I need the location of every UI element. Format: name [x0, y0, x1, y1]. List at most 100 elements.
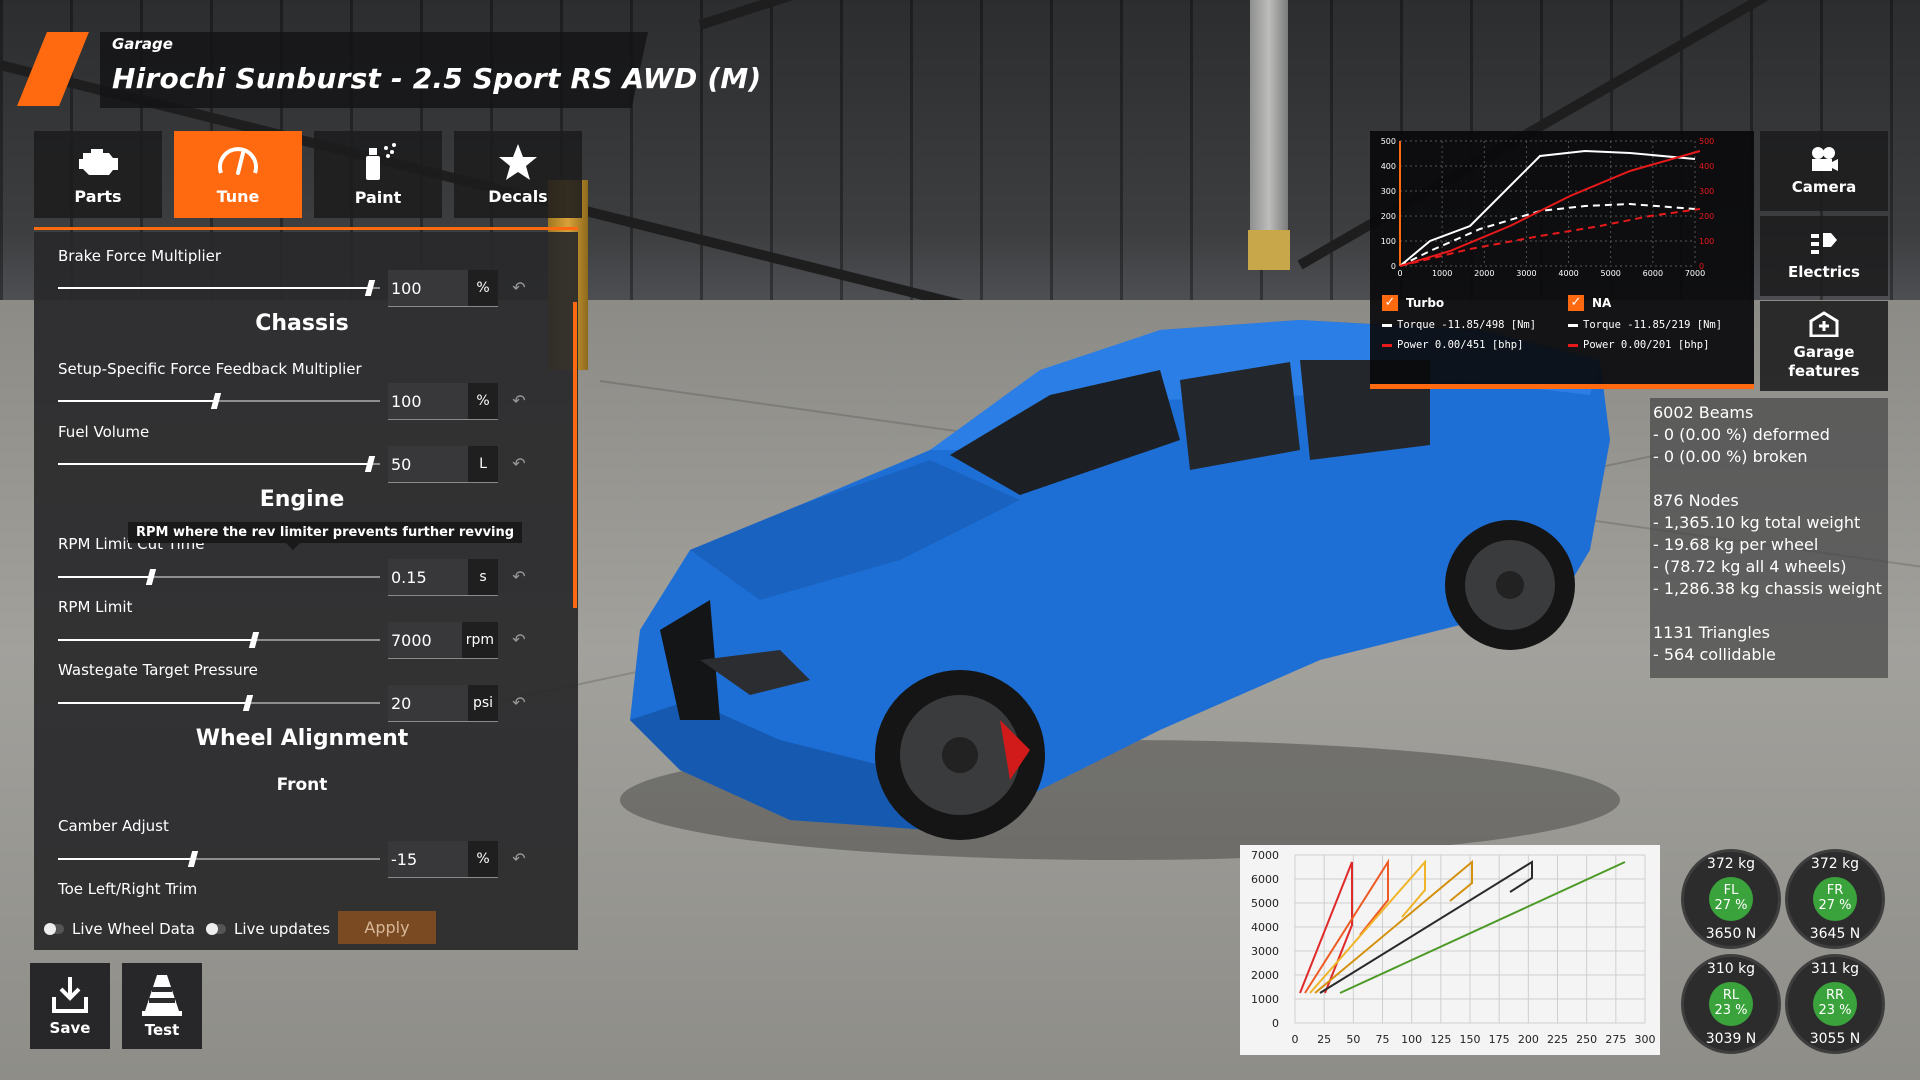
stat-chassis-weight: - 1,286.38 kg chassis weight: [1653, 579, 1882, 598]
save-button[interactable]: Save: [30, 963, 110, 1049]
wheel-load-badge: RL 23 %: [1709, 982, 1753, 1026]
live-updates-toggle[interactable]: Live updates: [206, 920, 330, 938]
spray-can-icon: [366, 143, 396, 180]
electrics-icon: [1811, 232, 1837, 254]
section-chassis: Chassis: [255, 311, 349, 336]
reset-icon[interactable]: ↶: [510, 631, 528, 649]
ffb-multiplier-label: Setup-Specific Force Feedback Multiplier: [58, 360, 362, 378]
y-tick-label: 400: [1381, 162, 1396, 171]
electrics-button[interactable]: Electrics: [1760, 216, 1888, 296]
test-button[interactable]: Test: [122, 963, 202, 1049]
ffb-multiplier-slider[interactable]: [58, 393, 380, 409]
apply-button[interactable]: Apply: [338, 911, 436, 944]
stat-total-weight: - 1,365.10 kg total weight: [1653, 513, 1861, 532]
panel-scrollbar[interactable]: [573, 302, 577, 608]
rpm-cut-time-input[interactable]: 0.15 s: [388, 559, 498, 596]
page-subtitle: Garage: [112, 35, 173, 53]
camber-adjust-slider[interactable]: [58, 851, 380, 867]
live-wheel-data-toggle[interactable]: Live Wheel Data: [44, 920, 195, 938]
brake-force-slider[interactable]: [58, 280, 380, 296]
camera-icon: [1812, 146, 1838, 171]
save-label: Save: [49, 1019, 91, 1037]
wastegate-pressure-slider[interactable]: [58, 695, 380, 711]
torque-curve-chart: 500 500400 400300 300200 200100 1000 00 1000 200…: [1381, 137, 1715, 278]
stat-beams: 6002 Beams: [1653, 403, 1754, 422]
brake-force-input[interactable]: 100%: [388, 270, 498, 307]
y-tick-label: 3000: [1251, 945, 1279, 958]
tab-tune[interactable]: Tune: [174, 131, 302, 218]
x-tick-label: 150: [1460, 1033, 1481, 1046]
slider-fill: [58, 639, 255, 641]
camber-adjust-label: Camber Adjust: [58, 817, 169, 835]
garage-tabs: Parts Tune Paint Decals: [34, 131, 582, 218]
wheel-rl: 310 kg RL 23 % 3039 N: [1684, 957, 1778, 1051]
y-tick-label: 0: [1391, 262, 1396, 271]
turbo-checkbox[interactable]: ✓: [1382, 295, 1398, 311]
ffb-multiplier-input[interactable]: 100%: [388, 383, 498, 420]
torque-power-graph: 500 500 400 400 300 300 200 200 100 100 0 0 0 1000 200…: [1370, 131, 1754, 389]
vehicle-stats-panel: 6002 Beams - 0 (0.00 %) deformed - 0 (0.…: [1650, 398, 1888, 678]
tab-label: Paint: [354, 188, 402, 207]
stat-triangles: 1131 Triangles: [1653, 623, 1770, 642]
wastegate-pressure-label: Wastegate Target Pressure: [58, 661, 258, 679]
garage-icon: [1809, 311, 1839, 337]
turbo-legend: ✓ Turbo Torque -11.85/498 [Nm] Power 0.00…: [1382, 291, 1562, 355]
stat-deformed: - 0 (0.00 %) deformed: [1653, 425, 1830, 444]
reset-icon[interactable]: ↶: [510, 568, 528, 586]
tab-label: Tune: [216, 187, 260, 206]
reset-icon[interactable]: ↶: [510, 392, 528, 410]
wastegate-pressure-input[interactable]: 20 psi: [388, 685, 498, 722]
reset-icon[interactable]: ↶: [510, 694, 528, 712]
fuel-volume-input[interactable]: 50 L: [388, 446, 498, 483]
stat-all-wheels: - (78.72 kg all 4 wheels): [1653, 557, 1847, 576]
page-title: Hirochi Sunburst - 2.5 Sport RS AWD (M): [112, 62, 762, 95]
rpm-cut-time-slider[interactable]: [58, 569, 380, 585]
camera-button[interactable]: Camera: [1760, 131, 1888, 211]
y-tick-label: 500: [1381, 137, 1396, 146]
toe-trim-label: Toe Left/Right Trim: [58, 880, 198, 898]
toggle-label: Live updates: [234, 920, 331, 938]
garage-features-button[interactable]: Garage features: [1760, 301, 1888, 391]
legend-swatch: [1568, 323, 1578, 327]
slider-fill: [58, 463, 371, 465]
legend-swatch: [1568, 343, 1578, 347]
test-label: Test: [144, 1021, 180, 1039]
section-wheel-alignment: Wheel Alignment: [195, 726, 409, 751]
brake-force-label: Brake Force Multiplier: [58, 247, 222, 265]
tab-paint[interactable]: Paint: [314, 131, 442, 218]
engine-icon: [79, 149, 118, 175]
na-checkbox[interactable]: ✓: [1568, 295, 1584, 311]
y-tick-label: 100: [1381, 237, 1396, 246]
legend-swatch: [1382, 343, 1392, 347]
rpm-limit-slider[interactable]: [58, 632, 380, 648]
y-tick-label: 1000: [1251, 993, 1279, 1006]
wheel-rr: 311 kg RR 23 % 3055 N: [1788, 957, 1882, 1051]
gear-ratio-chart: 7000 6000 5000 4000 3000 2000 1000 0 0 25 50 75 100 1…: [1240, 845, 1660, 1055]
x-tick-label: 2000: [1474, 269, 1494, 278]
toggle-switch[interactable]: [206, 923, 226, 935]
na-power-value: Power 0.00/201 [bhp]: [1583, 339, 1710, 351]
toggle-switch[interactable]: [44, 923, 64, 935]
stat-broken: - 0 (0.00 %) broken: [1653, 447, 1808, 466]
x-tick-label: 225: [1547, 1033, 1568, 1046]
electrics-label: Electrics: [1788, 262, 1860, 281]
garage-features-label: Garage features: [1788, 343, 1860, 380]
y2-tick-label: 100: [1699, 237, 1714, 246]
tab-underline: [34, 227, 578, 230]
turbo-power-value: Power 0.00/451 [bhp]: [1397, 339, 1524, 351]
tab-decals[interactable]: Decals: [454, 131, 582, 218]
reset-icon[interactable]: ↶: [510, 455, 528, 473]
x-tick-label: 175: [1489, 1033, 1510, 1046]
camber-adjust-input[interactable]: -15%: [388, 841, 498, 878]
legend-swatch: [1382, 323, 1392, 327]
rpm-limit-input[interactable]: 7000 rpm: [388, 622, 498, 659]
y-tick-label: 5000: [1251, 897, 1279, 910]
fuel-volume-slider[interactable]: [58, 456, 380, 472]
reset-icon[interactable]: ↶: [510, 279, 528, 297]
y2-tick-label: 400: [1699, 162, 1714, 171]
slider-fill: [58, 702, 248, 704]
tab-parts[interactable]: Parts: [34, 131, 162, 218]
x-tick-label: 7000: [1685, 269, 1705, 278]
reset-icon[interactable]: ↶: [510, 850, 528, 868]
turbo-label: Turbo: [1406, 296, 1445, 310]
